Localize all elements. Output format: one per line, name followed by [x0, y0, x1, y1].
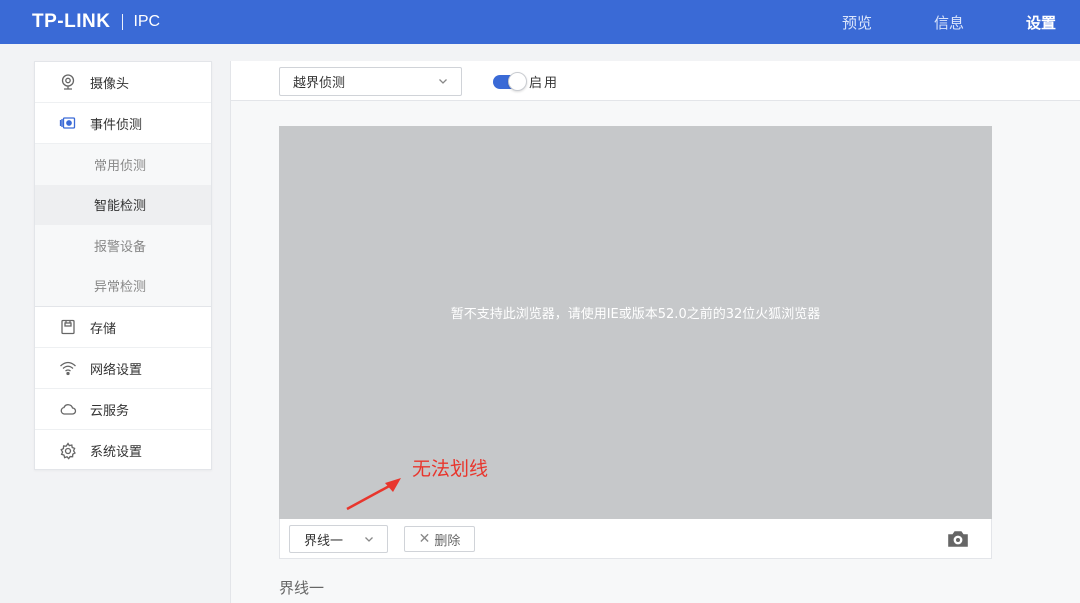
top-nav: 预览 信息 设置 — [780, 0, 1056, 44]
chevron-down-icon — [439, 79, 447, 84]
event-detect-submenu: 常用侦测 智能检测 报警设备 异常检测 — [35, 144, 211, 307]
sidebar-subitem-alarm-device[interactable]: 报警设备 — [35, 225, 211, 266]
camera-lens-icon — [57, 72, 79, 92]
sidebar-item-system[interactable]: 系统设置 — [35, 430, 211, 471]
sidebar-item-event-detect[interactable]: 事件侦测 — [35, 103, 211, 144]
toggle-switch[interactable] — [493, 72, 527, 91]
sidebar-item-label: 事件侦测 — [90, 117, 143, 133]
sidebar-item-label: 云服务 — [90, 403, 130, 419]
sidebar: 摄像头 事件侦测 常用侦测 智能检测 报警设备 异常检测 存储 网络设置 云服务… — [34, 61, 212, 470]
sidebar-item-label: 存储 — [90, 321, 117, 337]
sidebar-item-storage[interactable]: 存储 — [35, 307, 211, 348]
logo-product: IPC — [133, 13, 161, 30]
detect-toolbar: 越界侦测 启用 — [231, 61, 1080, 101]
logo: TP-LINK IPC — [32, 11, 160, 33]
sidebar-item-label: 系统设置 — [90, 445, 143, 460]
nav-preview[interactable]: 预览 — [842, 12, 872, 33]
camera-icon[interactable] — [947, 529, 969, 549]
detect-mode-select[interactable]: 越界侦测 — [279, 67, 462, 96]
annotation-text: 无法划线 — [412, 458, 489, 480]
enable-label: 启用 — [529, 76, 560, 91]
logo-divider — [122, 14, 124, 30]
line-toolbar: 界线一 ✕ 删除 — [279, 519, 992, 559]
chevron-down-icon — [365, 537, 373, 542]
delete-button[interactable]: ✕ 删除 — [404, 526, 475, 552]
line-select-value: 界线一 — [304, 533, 344, 549]
main-panel: 越界侦测 启用 暂不支持此浏览器，请使用IE或版本52.0之前的32位火狐浏览器… — [230, 61, 1080, 603]
cloud-icon — [57, 399, 79, 419]
line-select[interactable]: 界线一 — [289, 525, 388, 553]
storage-icon — [57, 317, 79, 337]
sidebar-subitem-common-detect[interactable]: 常用侦测 — [35, 144, 211, 185]
video-preview[interactable]: 暂不支持此浏览器，请使用IE或版本52.0之前的32位火狐浏览器 — [279, 126, 992, 519]
sidebar-item-label: 摄像头 — [90, 76, 130, 92]
sidebar-item-cloud[interactable]: 云服务 — [35, 389, 211, 430]
nav-settings[interactable]: 设置 — [1026, 12, 1056, 33]
enable-toggle[interactable]: 启用 — [493, 72, 559, 91]
annotation-arrow-icon — [346, 478, 401, 511]
sidebar-item-label: 网络设置 — [90, 362, 143, 378]
wifi-icon — [57, 358, 79, 378]
toggle-knob — [508, 72, 527, 91]
nav-info[interactable]: 信息 — [934, 12, 964, 33]
close-icon: ✕ — [418, 531, 431, 547]
event-detect-icon — [57, 113, 79, 133]
logo-brand: TP-LINK — [32, 11, 111, 32]
sidebar-item-camera[interactable]: 摄像头 — [35, 62, 211, 103]
section-title: 界线一 — [279, 579, 325, 597]
browser-unsupported-message: 暂不支持此浏览器，请使用IE或版本52.0之前的32位火狐浏览器 — [450, 307, 821, 322]
sidebar-subitem-smart-detect[interactable]: 智能检测 — [35, 184, 211, 225]
detect-mode-value: 越界侦测 — [293, 76, 346, 91]
top-header: TP-LINK IPC 预览 信息 设置 — [0, 0, 1080, 44]
sidebar-subitem-anomaly-detect[interactable]: 异常检测 — [35, 265, 211, 306]
gear-icon — [57, 441, 79, 461]
sidebar-item-network[interactable]: 网络设置 — [35, 348, 211, 389]
delete-label: 删除 — [434, 533, 461, 549]
